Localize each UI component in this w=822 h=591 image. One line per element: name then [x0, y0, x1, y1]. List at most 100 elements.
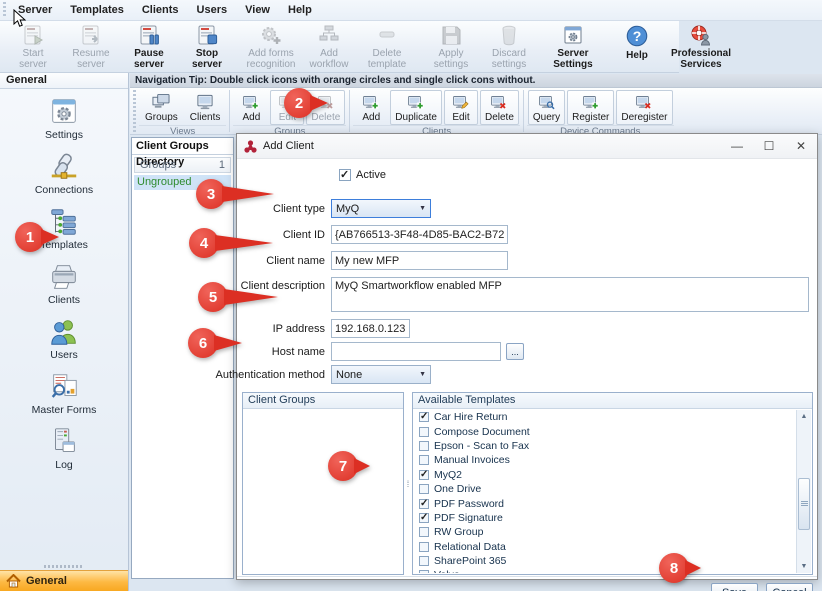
template-row[interactable]: Volvo — [414, 568, 796, 573]
add-icon — [242, 93, 260, 111]
callout-tail — [354, 458, 370, 474]
template-row[interactable]: Car Hire Return — [414, 410, 796, 424]
maximize-button[interactable]: ☐ — [753, 134, 785, 158]
menu-users[interactable]: Users — [188, 1, 237, 19]
pause-server-button[interactable]: Pause server — [120, 21, 178, 72]
checkbox-icon[interactable] — [419, 470, 429, 480]
checkbox-icon[interactable] — [419, 542, 429, 552]
checkbox-icon[interactable] — [419, 412, 429, 422]
checkbox-icon[interactable] — [419, 527, 429, 537]
auth-method-select[interactable]: None ▼ — [331, 365, 431, 384]
template-row[interactable]: SharePoint 365 — [414, 554, 796, 568]
add-forms-recognition-button[interactable]: Add forms recognition — [242, 21, 300, 72]
template-row[interactable]: RW Group — [414, 525, 796, 539]
active-checkbox-row: Active — [339, 169, 386, 181]
groups-add-button[interactable]: Add — [234, 90, 268, 125]
delete-template-icon — [374, 24, 400, 46]
views-clients-button[interactable]: Clients — [185, 90, 226, 125]
save-button[interactable]: Save — [711, 583, 758, 591]
panel-splitter[interactable]: ⁞ — [405, 392, 411, 575]
minimize-button[interactable]: — — [721, 134, 753, 158]
menu-view[interactable]: View — [236, 1, 279, 19]
svg-text:?: ? — [633, 28, 642, 44]
clients-edit-button[interactable]: Edit — [444, 90, 478, 125]
menu-bar: Server Templates Clients Users View Help — [0, 0, 822, 21]
clients-duplicate-button[interactable]: Duplicate — [390, 90, 442, 125]
sidebar-footer-general[interactable]: General — [0, 570, 128, 591]
sidebar-item-connections[interactable]: Connections — [0, 152, 128, 196]
add-icon — [362, 93, 380, 111]
start-server-button[interactable]: Start server — [4, 21, 62, 72]
host-name-label: Host name — [237, 346, 325, 358]
sidebar-item-log[interactable]: Log — [0, 427, 128, 471]
clients-add-button[interactable]: Add — [354, 90, 388, 125]
client-id-input[interactable] — [331, 225, 508, 244]
template-row[interactable]: Manual Invoices — [414, 453, 796, 467]
template-row[interactable]: PDF Signature — [414, 511, 796, 525]
client-type-select[interactable]: MyQ ▼ — [331, 199, 431, 218]
sidebar-splitter[interactable] — [0, 562, 128, 570]
callout-tail — [41, 229, 59, 245]
views-groups-button[interactable]: Groups — [140, 90, 183, 125]
deregister-button[interactable]: Deregister — [616, 90, 672, 125]
dialog-titlebar[interactable]: Add Client — ☐ ✕ — [237, 134, 817, 159]
templates-scrollbar[interactable]: ▲ ▼ — [796, 410, 811, 573]
template-row[interactable]: Relational Data — [414, 540, 796, 554]
ip-address-input[interactable] — [331, 319, 410, 338]
toolbar-separator — [349, 90, 350, 132]
menu-help[interactable]: Help — [279, 1, 321, 19]
active-checkbox[interactable]: Active — [339, 169, 386, 181]
client-name-input[interactable] — [331, 251, 508, 270]
floppy-icon — [438, 24, 464, 46]
server-resume-icon — [78, 24, 104, 46]
server-settings-button[interactable]: Server Settings — [544, 21, 602, 72]
register-button[interactable]: Register — [567, 90, 614, 125]
menu-templates[interactable]: Templates — [61, 1, 133, 19]
delete-template-button[interactable]: Delete template — [358, 21, 416, 72]
stop-server-button[interactable]: Stop server — [178, 21, 236, 72]
clients-delete-button[interactable]: Delete — [480, 90, 519, 125]
resume-server-button[interactable]: Resume server — [62, 21, 120, 72]
help-button[interactable]: ? Help — [608, 21, 666, 72]
sidebar-item-settings[interactable]: Settings — [0, 97, 128, 141]
template-row[interactable]: MyQ2 — [414, 468, 796, 482]
checkbox-icon[interactable] — [419, 441, 429, 451]
sidebar-item-clients[interactable]: Clients — [0, 262, 128, 306]
scroll-down-icon[interactable]: ▼ — [798, 560, 810, 573]
apply-settings-button[interactable]: Apply settings — [422, 21, 480, 72]
template-row[interactable]: Epson - Scan to Fax — [414, 439, 796, 453]
sidebar-item-master-forms[interactable]: Master Forms — [0, 372, 128, 416]
duplicate-icon — [407, 93, 425, 111]
template-row[interactable]: PDF Password — [414, 496, 796, 510]
checkbox-icon[interactable] — [419, 455, 429, 465]
help-icon: ? — [624, 24, 650, 48]
browse-host-button[interactable]: ... — [506, 343, 524, 360]
discard-settings-button[interactable]: Discard settings — [480, 21, 538, 72]
professional-services-button[interactable]: Professional Services — [672, 21, 730, 72]
group-count: 1 — [219, 159, 225, 171]
host-name-input[interactable] — [331, 342, 501, 361]
query-button[interactable]: Query — [528, 90, 565, 125]
callout-2: 2 — [284, 88, 314, 118]
scrollbar-thumb[interactable] — [798, 478, 810, 530]
close-button[interactable]: ✕ — [785, 134, 817, 158]
client-description-input[interactable]: MyQ Smartworkflow enabled MFP — [331, 277, 809, 312]
checkbox-icon[interactable] — [419, 556, 429, 566]
cancel-button[interactable]: Cancel — [766, 583, 813, 591]
checkbox-icon[interactable] — [419, 484, 429, 494]
checkbox-icon[interactable] — [419, 499, 429, 509]
template-row[interactable]: Compose Document — [414, 424, 796, 438]
available-templates-panel: Available Templates Car Hire Return Comp… — [412, 392, 813, 575]
sidebar-item-users[interactable]: Users — [0, 317, 128, 361]
template-row[interactable]: One Drive — [414, 482, 796, 496]
app-logo-icon — [244, 140, 257, 153]
callout-4: 4 — [189, 228, 219, 258]
scroll-up-icon[interactable]: ▲ — [798, 410, 810, 423]
menu-clients[interactable]: Clients — [133, 1, 188, 19]
callout-tail — [214, 335, 242, 351]
callout-6: 6 — [188, 328, 218, 358]
checkbox-icon[interactable] — [419, 570, 429, 573]
checkbox-icon[interactable] — [419, 513, 429, 523]
checkbox-icon[interactable] — [419, 427, 429, 437]
add-workflow-button[interactable]: Add workflow — [300, 21, 358, 72]
